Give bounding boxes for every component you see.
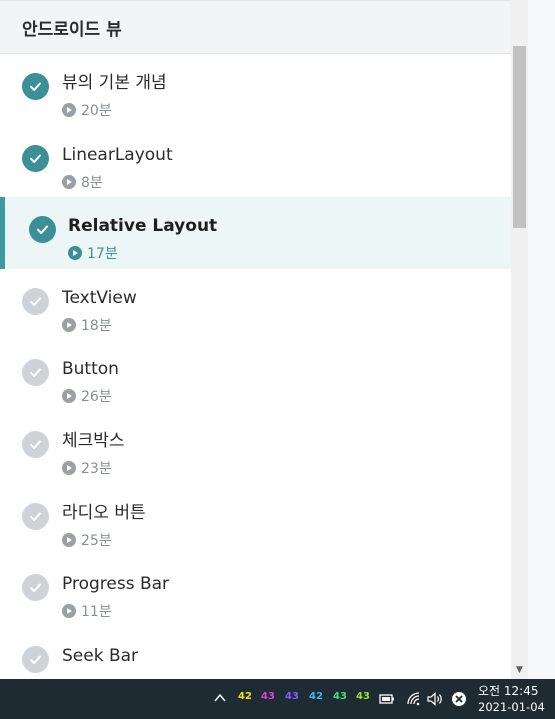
lesson-title: Button (62, 359, 119, 380)
cpu-core-value: 42 (238, 691, 252, 702)
play-icon (68, 246, 82, 261)
completed-check-icon (29, 216, 56, 244)
lesson-meta: 17분 (68, 243, 217, 263)
play-icon (62, 460, 76, 475)
clock-time[interactable]: 오전 12:45 (478, 682, 538, 699)
scroll-down-arrow-icon[interactable]: ▼ (511, 663, 528, 677)
lesson-item[interactable]: 뷰의 기본 개념 20분 (0, 54, 511, 126)
lesson-title: 라디오 버튼 (62, 502, 146, 523)
play-icon (62, 174, 76, 189)
scrollbar-thumb[interactable] (513, 46, 526, 228)
lesson-duration: 11분 (81, 604, 112, 621)
incomplete-check-icon (22, 645, 49, 673)
cpu-core-value: 43 (333, 691, 347, 702)
taskbar: 42 43 43 42 43 43 오전 12:45 2021-01-04 (0, 679, 555, 719)
lesson-title: TextView (62, 287, 137, 308)
lesson-meta: 18분 (62, 315, 137, 335)
lesson-duration: 25분 (81, 532, 112, 549)
lesson-body: 라디오 버튼 25분 (62, 502, 146, 550)
play-icon (62, 604, 76, 619)
lesson-body: 체크박스 23분 (62, 430, 125, 478)
cpu-core-value: 42 (309, 691, 323, 702)
lesson-item[interactable]: Progress Bar 11분 (0, 555, 511, 627)
chevron-up-icon[interactable] (212, 690, 228, 706)
lesson-item[interactable]: 체크박스 23분 (0, 412, 511, 484)
lesson-duration: 20분 (81, 103, 112, 119)
close-circle-icon[interactable] (450, 690, 468, 708)
battery-icon[interactable] (378, 690, 396, 708)
clock-date[interactable]: 2021-01-04 (478, 700, 545, 714)
incomplete-check-icon (22, 359, 49, 387)
lesson-body: Relative Layout 17분 (68, 215, 217, 263)
course-panel: 안드로이드 뷰 뷰의 기본 개념 20분 LinearLayout 8분 Relativ… (0, 0, 511, 679)
lesson-body: 뷰의 기본 개념 20분 (62, 72, 167, 120)
play-icon (62, 317, 76, 332)
lesson-item[interactable]: LinearLayout 8분 (0, 126, 511, 198)
scrollbar[interactable]: ▼ (511, 0, 528, 679)
section-header[interactable]: 안드로이드 뷰 (0, 0, 511, 54)
lesson-title: Progress Bar (62, 574, 170, 595)
lesson-meta: 11분 (62, 601, 169, 621)
lesson-title: LinearLayout (62, 144, 173, 165)
section-title: 안드로이드 뷰 (22, 19, 122, 40)
lesson-meta: 20분 (62, 100, 167, 120)
incomplete-check-icon (22, 502, 49, 530)
lesson-title: Relative Layout (68, 216, 218, 237)
incomplete-check-icon (22, 287, 49, 315)
wifi-icon[interactable] (405, 690, 423, 708)
cpu-core-value: 43 (261, 691, 275, 702)
incomplete-check-icon (22, 574, 49, 602)
play-icon (62, 532, 76, 547)
lesson-item[interactable]: Seek Bar (0, 627, 511, 679)
lesson-item[interactable]: 라디오 버튼 25분 (0, 484, 511, 556)
lesson-body: Progress Bar 11분 (62, 573, 169, 621)
completed-check-icon (22, 144, 49, 172)
lesson-item[interactable]: Relative Layout 17분 (0, 197, 511, 269)
lesson-duration: 23분 (81, 460, 112, 477)
lesson-body: TextView 18분 (62, 287, 137, 335)
play-icon (62, 389, 76, 404)
lesson-item[interactable]: Button 26분 (0, 340, 511, 412)
right-gutter (528, 0, 555, 679)
volume-icon[interactable] (426, 690, 444, 708)
lesson-duration: 18분 (81, 317, 112, 334)
lesson-item[interactable]: TextView 18분 (0, 269, 511, 341)
lesson-duration: 8분 (81, 174, 103, 191)
incomplete-check-icon (22, 430, 49, 458)
lesson-title: 체크박스 (62, 430, 125, 451)
lesson-title: 뷰의 기본 개념 (62, 73, 167, 93)
lesson-body: LinearLayout 8분 (62, 144, 173, 192)
lesson-meta: 25분 (62, 530, 146, 550)
lesson-body: Seek Bar (62, 645, 138, 667)
lesson-duration: 17분 (87, 246, 118, 263)
cpu-core-value: 43 (356, 691, 370, 702)
lesson-meta: 8분 (62, 172, 173, 192)
lesson-duration: 26분 (81, 389, 112, 406)
cpu-core-value: 43 (285, 691, 299, 702)
lesson-list: 뷰의 기본 개념 20분 LinearLayout 8분 Relative Layout… (0, 54, 511, 679)
play-icon (62, 103, 76, 117)
completed-check-icon (22, 73, 49, 100)
lesson-meta: 26분 (62, 386, 119, 406)
lesson-title: Seek Bar (62, 645, 139, 666)
lesson-body: Button 26분 (62, 358, 119, 406)
lesson-meta: 23분 (62, 458, 125, 478)
